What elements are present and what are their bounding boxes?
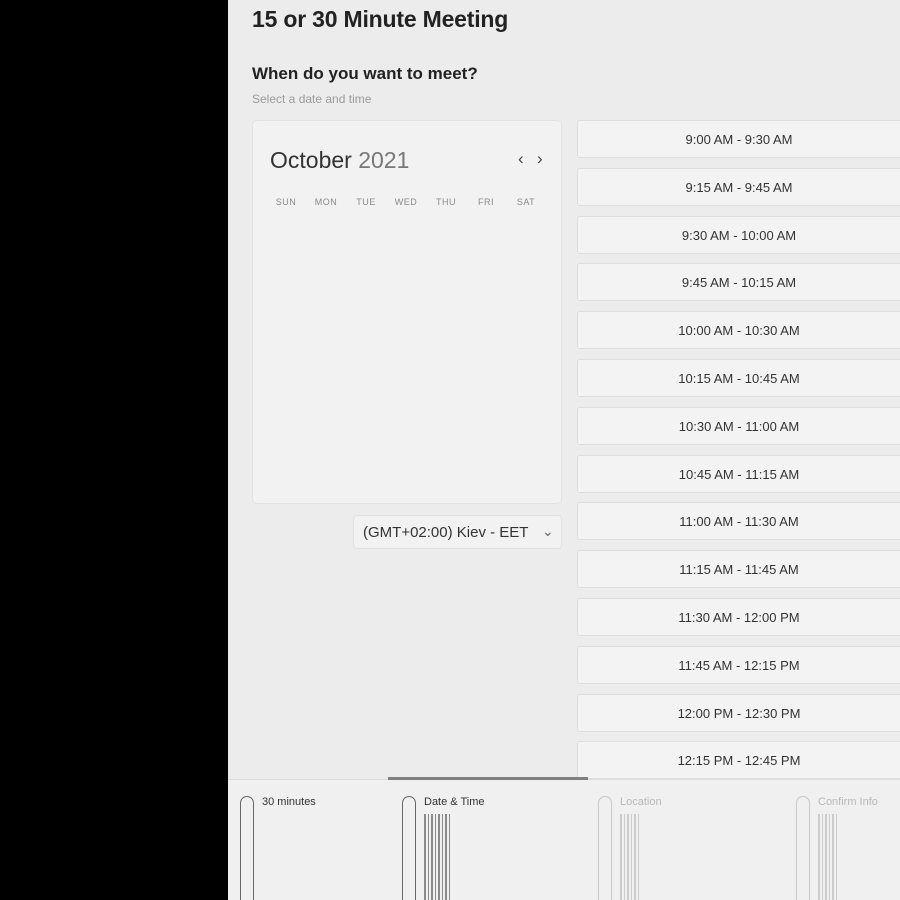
time-slot-button[interactable]: 9:30 AM - 10:00 AM — [577, 215, 900, 254]
time-slot-label: 11:00 AM - 11:30 AM — [679, 514, 799, 530]
weekday-fri: FRI — [478, 197, 494, 207]
time-slot-label: 9:45 AM - 10:15 AM — [681, 275, 797, 291]
weekday-mon: MON — [314, 197, 338, 207]
chevron-left-icon[interactable]: ‹ — [518, 149, 524, 169]
timezone-value: (GMT+02:00) Kiev - EET — [363, 524, 529, 541]
scheduler-panel: 15 or 30 Minute Meeting When do you want… — [228, 0, 900, 900]
time-slot-label: 12:15 PM - 12:45 PM — [677, 753, 801, 769]
time-slot-label: 11:30 AM - 12:00 PM — [678, 610, 800, 625]
calendar-month: October — [270, 147, 352, 173]
calendar-icon — [402, 796, 416, 900]
booking-steps: 30 minutes Date & Time Location Confirm … — [228, 777, 900, 900]
time-slot-button[interactable]: 10:30 AM - 11:00 AM — [577, 406, 900, 445]
weekday-sun: SUN — [275, 197, 297, 207]
time-slot-button[interactable]: 12:15 PM - 12:45 PM — [577, 741, 900, 780]
time-slot-label: 10:30 AM - 11:00 AM — [678, 418, 800, 434]
weekday-thu: THU — [436, 197, 456, 207]
time-slot-label: 11:45 AM - 12:15 PM — [678, 657, 800, 673]
calendar: October 2021 ‹ › SUN MON TUE WED THU FRI… — [252, 120, 562, 504]
time-slot-button[interactable]: 9:45 AM - 10:15 AM — [577, 263, 900, 302]
weekday-sat: SAT — [516, 197, 536, 207]
step-label: Location — [620, 796, 662, 808]
time-slot-button[interactable]: 9:00 AM - 9:30 AM — [577, 120, 900, 158]
step-bars — [424, 814, 450, 900]
step-label: Date & Time — [424, 796, 485, 808]
time-slot-button[interactable]: 10:45 AM - 11:15 AM — [577, 454, 900, 493]
time-slot-label: 10:00 AM - 10:30 AM — [678, 323, 800, 339]
section-subtitle: Select a date and time — [252, 92, 372, 106]
calendar-weekday-header: SUN MON TUE WED THU FRI SAT — [271, 197, 541, 207]
time-slot-label: 10:45 AM - 11:15 AM — [678, 466, 800, 482]
time-slot-button[interactable]: 12:00 PM - 12:30 PM — [577, 693, 900, 732]
section-heading: When do you want to meet? — [252, 64, 478, 83]
time-slot-button[interactable]: 10:00 AM - 10:30 AM — [577, 311, 900, 350]
calendar-year: 2021 — [358, 147, 410, 173]
step-label: 30 minutes — [262, 796, 316, 808]
step-label: Confirm Info — [818, 796, 878, 808]
step-bars — [818, 814, 837, 900]
time-slot-button[interactable]: 11:30 AM - 12:00 PM — [577, 598, 900, 636]
location-pin-icon — [598, 796, 612, 900]
calendar-month-year: October 2021 — [270, 147, 409, 174]
checkbox-icon — [796, 796, 810, 900]
clock-icon — [240, 796, 254, 900]
time-slot-button[interactable]: 11:45 AM - 12:15 PM — [577, 645, 900, 684]
time-slot-label: 9:30 AM - 10:00 AM — [681, 227, 797, 243]
page-title: 15 or 30 Minute Meeting — [252, 6, 509, 32]
step-progress-track — [388, 777, 588, 780]
chevron-right-icon[interactable]: › — [537, 149, 543, 169]
time-slot-label: 11:15 AM - 11:45 AM — [679, 562, 799, 578]
weekday-wed: WED — [394, 197, 418, 207]
time-slot-button[interactable]: 11:00 AM - 11:30 AM — [577, 502, 900, 541]
left-black-area — [0, 0, 228, 900]
time-slot-button[interactable]: 9:15 AM - 9:45 AM — [577, 167, 900, 206]
step-progress-fill — [388, 777, 588, 780]
time-slot-label: 12:00 PM - 12:30 PM — [677, 705, 801, 721]
time-slot-label: 10:15 AM - 10:45 AM — [678, 371, 800, 386]
weekday-tue: TUE — [356, 197, 376, 207]
time-slot-button[interactable]: 11:15 AM - 11:45 AM — [577, 550, 900, 589]
step-bars — [620, 814, 639, 900]
time-slot-label: 9:15 AM - 9:45 AM — [685, 179, 793, 195]
time-slot-button[interactable]: 10:15 AM - 10:45 AM — [577, 359, 900, 397]
time-slot-label: 9:00 AM - 9:30 AM — [685, 132, 793, 147]
chevron-down-icon: ⌄ — [542, 523, 554, 539]
timezone-select[interactable]: (GMT+02:00) Kiev - EET ⌄ — [353, 515, 562, 549]
